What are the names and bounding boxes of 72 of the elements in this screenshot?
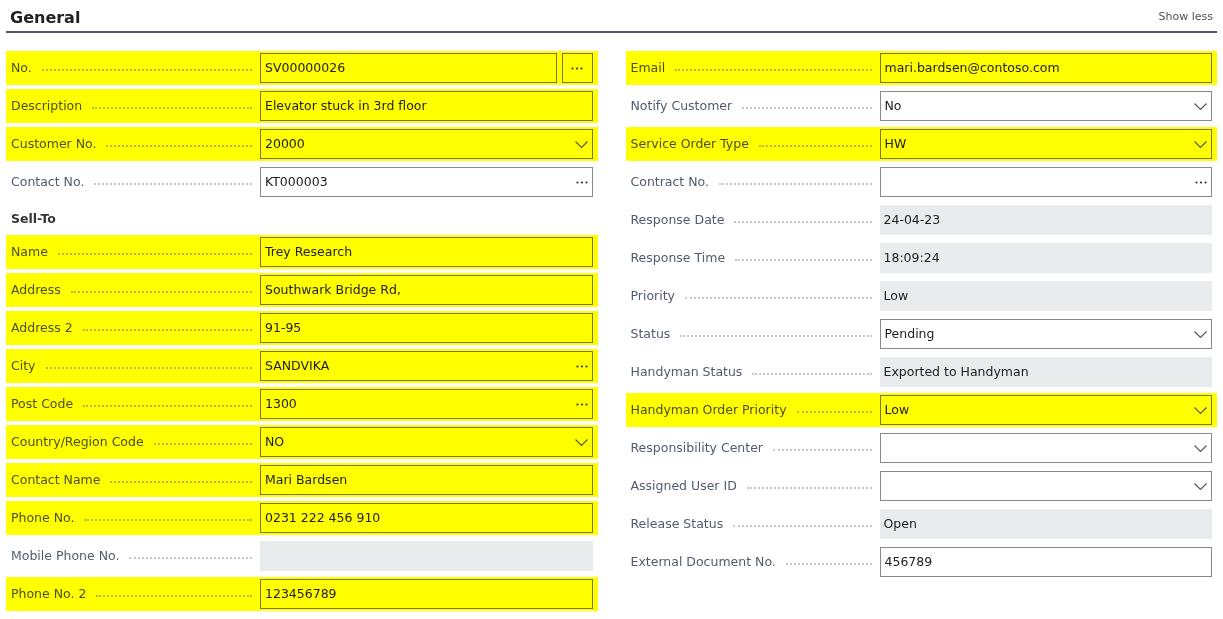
lookup-field[interactable] xyxy=(879,167,1212,197)
chevron-down-icon[interactable] xyxy=(574,438,588,446)
lookup-field[interactable]: KT000003 xyxy=(260,167,593,197)
input-field[interactable]: 0231 222 456 910 xyxy=(260,503,593,533)
input-field[interactable]: mari.bardsen@contoso.com xyxy=(879,53,1212,83)
field-label: Release Status xyxy=(630,514,724,533)
field-label: Address xyxy=(11,280,61,299)
read-only-field: Exported to Handyman xyxy=(879,357,1212,387)
dropdown-field[interactable] xyxy=(879,471,1212,501)
read-only-field: Low xyxy=(879,281,1212,311)
field-label: Response Time xyxy=(630,248,726,267)
ellipsis-icon xyxy=(571,66,583,70)
field-label: Description xyxy=(11,96,83,115)
dropdown-field[interactable] xyxy=(879,433,1212,463)
read-only-field: Open xyxy=(879,509,1212,539)
field-label: Handyman Order Priority xyxy=(630,400,787,419)
field-label: No. xyxy=(11,58,32,77)
chevron-down-icon[interactable] xyxy=(574,140,588,148)
field-label: External Document No. xyxy=(630,552,776,571)
field-label: Notify Customer xyxy=(630,96,733,115)
field-label: Service Order Type xyxy=(630,134,749,153)
input-field[interactable]: SV00000026 xyxy=(260,53,557,83)
field-label: Priority xyxy=(630,286,675,305)
lookup-field[interactable]: SANDVIKA xyxy=(260,351,593,381)
dropdown-field[interactable]: 20000 xyxy=(260,129,593,159)
field-label: Name xyxy=(11,242,48,261)
group-heading: Sell-To xyxy=(11,209,56,228)
field-label: Email xyxy=(630,58,666,77)
chevron-down-icon[interactable] xyxy=(1194,482,1207,490)
chevron-down-icon[interactable] xyxy=(1194,140,1207,148)
input-field[interactable]: Trey Research xyxy=(260,237,593,267)
input-field[interactable]: Southwark Bridge Rd, xyxy=(260,275,593,305)
ellipsis-icon[interactable] xyxy=(575,180,588,184)
field-label: Phone No. xyxy=(11,508,75,527)
chevron-down-icon[interactable] xyxy=(1194,406,1207,414)
dropdown-field[interactable]: No xyxy=(879,91,1212,121)
field-label: Responsibility Center xyxy=(630,438,763,457)
chevron-down-icon[interactable] xyxy=(1194,444,1207,452)
show-less-link[interactable]: Show less xyxy=(1158,9,1213,26)
input-field[interactable]: 123456789 xyxy=(260,579,593,609)
chevron-down-icon[interactable] xyxy=(1194,330,1207,338)
field-label: Contract No. xyxy=(630,172,709,191)
field-label: Phone No. 2 xyxy=(11,584,87,603)
chevron-down-icon[interactable] xyxy=(1194,102,1207,110)
input-field[interactable]: 91-95 xyxy=(260,313,593,343)
field-label: Post Code xyxy=(11,394,74,413)
dropdown-field[interactable]: HW xyxy=(879,129,1212,159)
field-label: Mobile Phone No. xyxy=(11,546,120,565)
dropdown-field[interactable]: NO xyxy=(260,427,593,457)
field-label: Customer No. xyxy=(11,134,97,153)
field-label: Handyman Status xyxy=(630,362,743,381)
input-field[interactable]: 456789 xyxy=(879,547,1212,577)
read-only-field: 18:09:24 xyxy=(879,243,1212,273)
field-label: Address 2 xyxy=(11,318,73,337)
input-field[interactable]: Elevator stuck in 3rd floor xyxy=(260,91,593,121)
field-label: City xyxy=(11,356,36,375)
ellipsis-icon[interactable] xyxy=(575,402,588,406)
field-label: Contact Name xyxy=(11,470,101,489)
dropdown-field[interactable]: Low xyxy=(879,395,1212,425)
lookup-field[interactable]: 1300 xyxy=(260,389,593,419)
assist-button[interactable] xyxy=(561,53,593,83)
ellipsis-icon[interactable] xyxy=(1195,180,1207,184)
field-label: Contact No. xyxy=(11,172,85,191)
field-label: Country/Region Code xyxy=(11,432,144,451)
field-label: Response Date xyxy=(630,210,725,229)
dropdown-field[interactable]: Pending xyxy=(879,319,1212,349)
section-title: General xyxy=(10,6,81,29)
read-only-field: 24-04-23 xyxy=(879,205,1212,235)
input-field[interactable]: Mari Bardsen xyxy=(260,465,593,495)
field-label: Status xyxy=(630,324,671,343)
ellipsis-icon[interactable] xyxy=(575,364,588,368)
field-label: Assigned User ID xyxy=(630,476,737,495)
